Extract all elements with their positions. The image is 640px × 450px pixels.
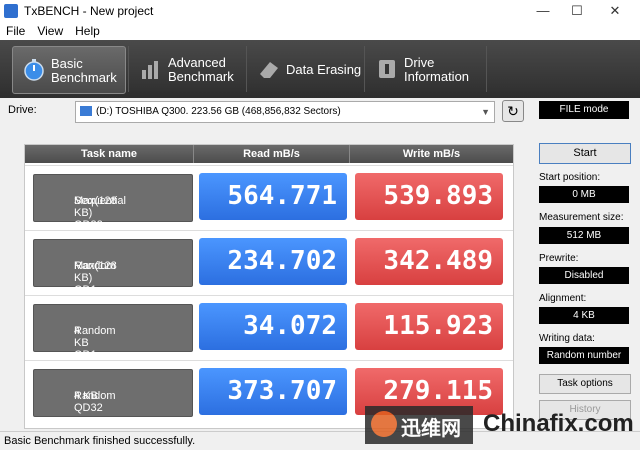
- toolbar-divider: [486, 46, 487, 92]
- stopwatch-icon: [24, 59, 44, 81]
- close-button[interactable]: ✕: [600, 2, 630, 20]
- table-row: Sequential Max(128 KB) QD32 564.771 539.8…: [25, 165, 513, 231]
- start-position-field[interactable]: 0 MB: [539, 186, 629, 203]
- watermark-logo-text: 迅维网: [401, 418, 461, 440]
- writing-data-label: Writing data:: [539, 333, 595, 344]
- menu-view[interactable]: View: [31, 22, 69, 40]
- menu-bar: File View Help: [0, 22, 640, 40]
- header-write: Write mB/s: [350, 145, 513, 163]
- start-button[interactable]: Start: [539, 143, 631, 164]
- write-value: 539.893: [355, 173, 503, 220]
- read-value: 234.702: [199, 238, 347, 285]
- minimize-button[interactable]: —: [528, 2, 558, 20]
- read-value: 34.072: [199, 303, 347, 350]
- task-button[interactable]: Random 4 KB QD32: [33, 369, 193, 417]
- toolbar-divider: [246, 46, 247, 92]
- task-name-line2: Max(128 KB) QD32: [74, 195, 117, 231]
- drive-info-icon: [379, 60, 395, 78]
- task-name-line2: 4 KB QD32: [74, 390, 103, 414]
- write-value: 342.489: [355, 238, 503, 285]
- menu-file[interactable]: File: [0, 22, 31, 40]
- task-button[interactable]: Random Max(128 KB) QD1: [33, 239, 193, 296]
- start-position-label: Start position:: [539, 172, 601, 183]
- mode-indicator: FILE mode: [539, 101, 629, 119]
- watermark-x-icon: [371, 411, 397, 437]
- tab-drive-information[interactable]: Drive Information: [366, 46, 484, 92]
- tab-label: Advanced Benchmark: [168, 55, 234, 84]
- results-table: Task name Read mB/s Write mB/s Sequentia…: [24, 144, 514, 429]
- title-bar: TxBENCH - New project — ☐ ✕: [0, 0, 640, 22]
- tab-data-erasing[interactable]: Data Erasing: [248, 46, 361, 92]
- task-name-line2: Max(128 KB) QD1: [74, 260, 117, 296]
- chevron-down-icon: ▼: [481, 107, 490, 117]
- measurement-size-label: Measurement size:: [539, 212, 624, 223]
- drive-icon: [80, 106, 92, 117]
- writing-data-field[interactable]: Random number: [539, 347, 629, 364]
- tab-advanced-benchmark[interactable]: Advanced Benchmark: [130, 46, 242, 92]
- window-title: TxBENCH - New project: [24, 4, 154, 18]
- tab-basic-benchmark[interactable]: Basic Benchmark: [12, 46, 126, 94]
- drive-selected-value: (D:) TOSHIBA Q300. 223.56 GB (468,856,83…: [96, 106, 341, 117]
- task-button[interactable]: Sequential Max(128 KB) QD32: [33, 174, 193, 231]
- prewrite-label: Prewrite:: [539, 253, 579, 264]
- watermark-site: Chinafix.com: [483, 410, 634, 437]
- write-value: 115.923: [355, 303, 503, 350]
- app-icon: [4, 4, 18, 18]
- menu-help[interactable]: Help: [69, 22, 106, 40]
- task-options-button[interactable]: Task options: [539, 374, 631, 394]
- refresh-icon: ↻: [507, 103, 519, 119]
- prewrite-field[interactable]: Disabled: [539, 267, 629, 284]
- read-value: 373.707: [199, 368, 347, 415]
- eraser-icon: [260, 62, 278, 78]
- toolbar-divider: [364, 46, 365, 92]
- read-value: 564.771: [199, 173, 347, 220]
- header-task-name: Task name: [25, 145, 194, 163]
- task-name-line2: 4 KB QD1: [74, 325, 97, 361]
- maximize-button[interactable]: ☐: [562, 2, 592, 20]
- alignment-label: Alignment:: [539, 293, 587, 304]
- drive-select[interactable]: (D:) TOSHIBA Q300. 223.56 GB (468,856,83…: [75, 101, 495, 123]
- bar-chart-icon: [142, 61, 158, 79]
- header-read: Read mB/s: [194, 145, 350, 163]
- task-button[interactable]: Random 4 KB QD1: [33, 304, 193, 361]
- tab-label: Drive Information: [404, 55, 470, 84]
- refresh-button[interactable]: ↻: [502, 100, 524, 122]
- measurement-size-field[interactable]: 512 MB: [539, 227, 629, 244]
- table-row: Random Max(128 KB) QD1 234.702 342.489: [25, 230, 513, 296]
- toolbar-divider: [128, 46, 129, 92]
- main-toolbar: Basic Benchmark Advanced Benchmark Data …: [0, 40, 640, 98]
- tab-label: Basic Benchmark: [51, 56, 117, 85]
- drive-label: Drive:: [8, 104, 37, 116]
- alignment-field[interactable]: 4 KB: [539, 307, 629, 324]
- watermark-logo: 迅维网: [365, 406, 473, 444]
- table-row: Random 4 KB QD1 34.072 115.923: [25, 295, 513, 361]
